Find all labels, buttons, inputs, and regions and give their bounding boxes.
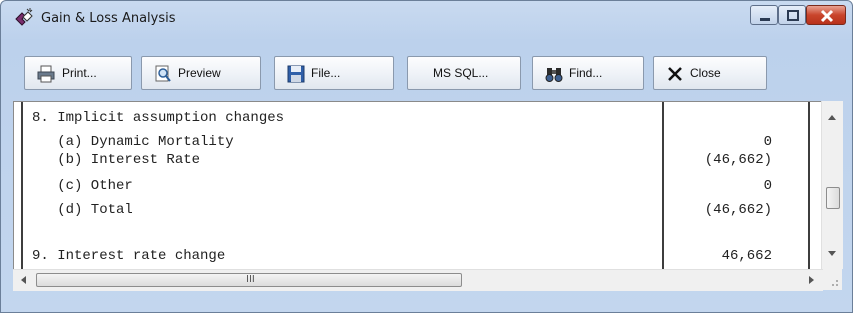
floppy-disk-icon	[287, 65, 305, 83]
mssql-button[interactable]: MS SQL...	[407, 56, 521, 90]
scroll-right-icon[interactable]	[809, 276, 814, 284]
find-label: Find...	[569, 66, 603, 80]
print-label: Print...	[62, 66, 97, 80]
report-line: (a) Dynamic Mortality	[32, 134, 234, 150]
scroll-down-icon[interactable]	[828, 251, 836, 256]
report-value: 0	[763, 134, 772, 150]
column-divider-middle	[662, 102, 664, 270]
scroll-grip: III	[246, 274, 255, 285]
report-line: (b) Interest Rate	[32, 152, 201, 168]
file-button[interactable]: File...	[274, 56, 394, 90]
report-value: 46,662	[721, 248, 772, 264]
column-divider-right	[808, 102, 810, 270]
window-title: Gain & Loss Analysis	[41, 11, 176, 26]
maximize-button[interactable]	[778, 5, 806, 25]
resize-grip-icon	[832, 280, 838, 286]
close-label: Close	[690, 66, 721, 80]
preview-button[interactable]: Preview	[141, 56, 261, 90]
report-line: 9. Interest rate change	[32, 248, 226, 264]
file-label: File...	[311, 66, 341, 80]
vertical-scrollbar[interactable]	[821, 101, 843, 269]
gain-loss-window: Gain & Loss Analysis Print... Preview Fi…	[0, 0, 853, 313]
mssql-label: MS SQL...	[433, 66, 489, 80]
scroll-left-icon[interactable]	[21, 276, 26, 284]
print-button[interactable]: Print...	[24, 56, 132, 90]
report-view[interactable]: 8. Implicit assumption changes (a) Dynam…	[13, 101, 822, 270]
vertical-scroll-thumb[interactable]	[826, 187, 840, 209]
report-line: 8. Implicit assumption changes	[32, 110, 285, 126]
binoculars-icon	[545, 68, 563, 82]
close-x-icon	[668, 67, 682, 81]
horizontal-scrollbar[interactable]: III	[13, 269, 823, 291]
column-divider-left	[21, 102, 23, 270]
scroll-up-icon[interactable]	[828, 115, 836, 120]
horizontal-scroll-thumb[interactable]: III	[36, 273, 462, 287]
puzzle-pieces-icon	[15, 8, 33, 26]
minimize-button[interactable]	[750, 5, 778, 25]
close-window-button[interactable]	[806, 5, 846, 25]
minimize-icon	[760, 18, 770, 21]
close-icon	[820, 9, 834, 23]
close-button[interactable]: Close	[653, 56, 767, 90]
printer-icon	[37, 65, 55, 83]
report-value: 0	[763, 178, 772, 194]
report-value: (46,662)	[704, 152, 772, 168]
preview-label: Preview	[178, 66, 221, 80]
report-line: (c) Other	[32, 178, 133, 194]
toolbar: Print... Preview File... MS SQL... Find.…	[11, 38, 843, 94]
maximize-icon	[787, 10, 799, 21]
preview-icon	[155, 65, 171, 82]
report-line: (d) Total	[32, 202, 133, 218]
find-button[interactable]: Find...	[532, 56, 644, 90]
title-bar[interactable]: Gain & Loss Analysis	[1, 1, 852, 37]
resize-grip[interactable]	[823, 269, 842, 290]
report-value: (46,662)	[704, 202, 772, 218]
